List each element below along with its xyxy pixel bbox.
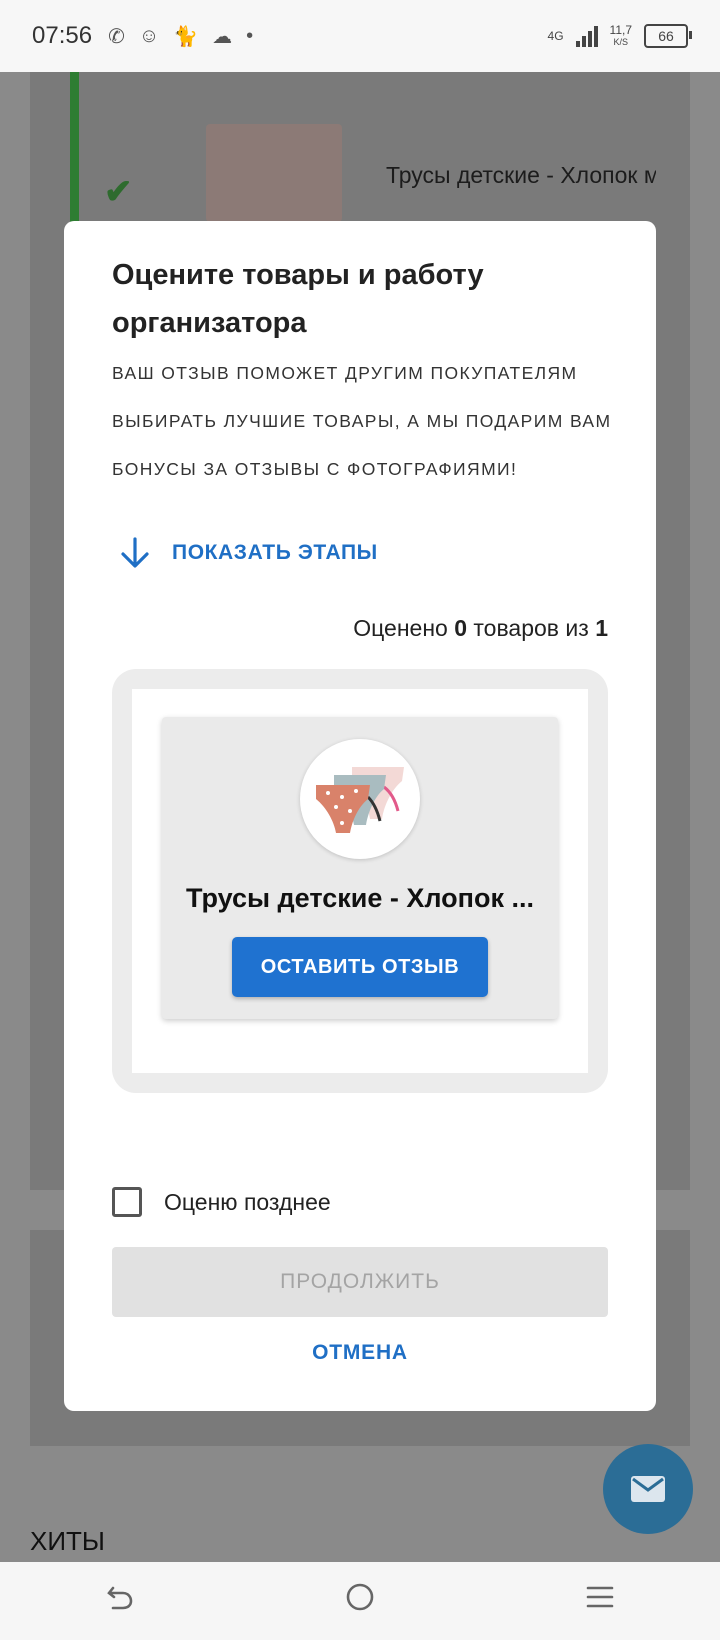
- rated-counter: Оценено 0 товаров из 1: [353, 615, 608, 642]
- home-icon: [346, 1583, 374, 1610]
- product-image: [300, 739, 420, 859]
- product-card: Трусы детские - Хлопок ... ОСТАВИТЬ ОТЗЫ…: [162, 717, 558, 1019]
- leave-review-button[interactable]: ОСТАВИТЬ ОТЗЫВ: [232, 937, 488, 997]
- battery-level: 66: [658, 28, 674, 44]
- message-fab-button[interactable]: [603, 1444, 693, 1534]
- system-nav-bar: [0, 1562, 720, 1640]
- dot-icon: •: [246, 24, 254, 47]
- cloud-icon: ☁: [212, 25, 233, 48]
- menu-icon: [586, 1586, 614, 1607]
- network-speed-unit: K/S: [613, 37, 629, 47]
- arrow-down-icon: [121, 537, 149, 568]
- dialog-title: Оцените товары и работу организатора: [112, 259, 484, 339]
- cancel-button[interactable]: ОТМЕНА: [112, 1331, 608, 1375]
- network-speed: 11,7 K/S: [610, 24, 632, 48]
- ok-icon: ☺: [138, 24, 160, 47]
- network-speed-value: 11,7: [609, 23, 632, 37]
- rate-later-checkbox[interactable]: [112, 1187, 142, 1217]
- rate-later-option[interactable]: Оценю позднее: [112, 1187, 331, 1217]
- counter-prefix: Оценено: [353, 615, 448, 641]
- status-bar: 07:56 ✆ ☺ 🐈 ☁ • 4G 11,7 K/S 66: [0, 0, 720, 72]
- home-nav-button[interactable]: [330, 1581, 390, 1622]
- mail-icon: [631, 1476, 665, 1502]
- order-status-stripe: [70, 72, 79, 222]
- show-steps-button[interactable]: ПОКАЗАТЬ ЭТАПЫ: [120, 537, 378, 569]
- menu-nav-button[interactable]: [570, 1582, 630, 1621]
- check-icon: ✔: [104, 173, 133, 211]
- order-item-title: Трусы детские - Хлопок микс: [386, 162, 656, 188]
- counter-middle: товаров из: [473, 615, 589, 641]
- dialog-description: Ваш отзыв поможет другим покупателям выб…: [112, 363, 612, 479]
- cat-icon: 🐈: [173, 25, 199, 48]
- product-name: Трусы детские - Хлопок ...: [186, 883, 534, 913]
- show-steps-label: ПОКАЗАТЬ ЭТАПЫ: [172, 541, 378, 564]
- continue-button[interactable]: ПРОДОЛЖИТЬ: [112, 1247, 608, 1317]
- notification-icons: ✆ ☺ 🐈 ☁ •: [108, 24, 253, 49]
- back-icon: [107, 1586, 133, 1609]
- battery-icon: 66: [644, 24, 692, 48]
- hits-heading: ХИТЫ: [30, 1526, 105, 1556]
- viber-icon: ✆: [108, 25, 125, 48]
- back-nav-button[interactable]: [90, 1582, 150, 1621]
- counter-total: 1: [595, 615, 608, 641]
- order-item-thumbnail: [206, 124, 342, 222]
- rating-dialog: Оцените товары и работу организатора Ваш…: [64, 221, 656, 1411]
- status-time: 07:56: [32, 22, 93, 49]
- product-carousel: Трусы детские - Хлопок ... ОСТАВИТЬ ОТЗЫ…: [112, 669, 608, 1093]
- network-type: 4G: [547, 29, 564, 43]
- signal-icon: [575, 25, 598, 47]
- rate-later-label: Оценю позднее: [164, 1188, 331, 1215]
- carousel-slide: Трусы детские - Хлопок ... ОСТАВИТЬ ОТЗЫ…: [132, 689, 588, 1073]
- underwear-image: [316, 767, 404, 833]
- counter-rated: 0: [454, 615, 468, 641]
